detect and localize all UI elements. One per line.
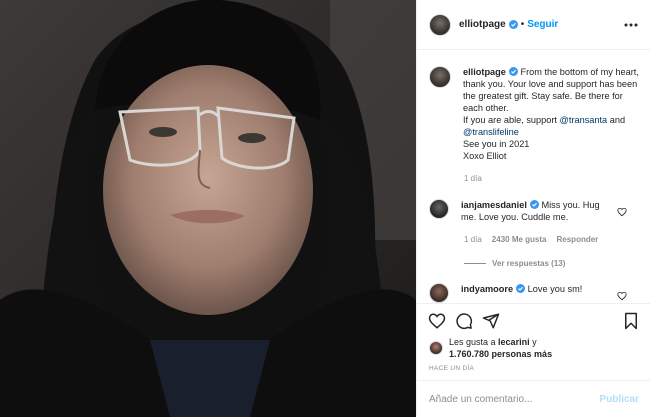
caption-time[interactable]: 1 día	[464, 174, 482, 183]
action-bar: Les gusta a lecarini y 1.760.780 persona…	[417, 303, 650, 388]
author-avatar[interactable]	[429, 13, 451, 36]
header-separator: •	[520, 19, 525, 30]
comment-input[interactable]	[429, 393, 599, 405]
caption-line4: Xoxo Elliot	[463, 151, 507, 161]
replies-divider	[464, 263, 486, 264]
comment-icon[interactable]	[455, 312, 473, 330]
post-date[interactable]: HACE UN DÍA	[429, 365, 474, 372]
share-icon[interactable]	[482, 312, 500, 330]
comment-item: indyamoore Love you sm!	[429, 283, 643, 303]
caption-avatar[interactable]	[429, 66, 451, 88]
likes-summary: Les gusta a lecarini y 1.760.780 persona…	[429, 336, 552, 360]
verified-badge-icon	[508, 67, 518, 76]
comment-like-heart-icon[interactable]	[617, 207, 627, 217]
author-username[interactable]: elliotpage	[459, 19, 506, 30]
caption-line3: See you in 2021	[463, 139, 530, 149]
comment-likes[interactable]: 2430 Me gusta	[492, 235, 547, 244]
likes-joiner: y	[529, 337, 537, 347]
reply-button[interactable]: Responder	[557, 235, 599, 244]
likes-prefix: Les gusta a	[449, 337, 499, 347]
view-replies-label[interactable]: Ver respuestas (13)	[492, 259, 565, 268]
mention-transanta[interactable]: @transanta	[560, 115, 608, 125]
liker-avatar[interactable]	[429, 341, 443, 355]
post-side-panel: elliotpage • Seguir elliotpage From the …	[416, 0, 650, 417]
commenter-username[interactable]: ianjamesdaniel	[461, 200, 527, 210]
caption-username[interactable]: elliotpage	[463, 67, 506, 77]
post-photo[interactable]	[0, 0, 416, 417]
view-replies[interactable]: Ver respuestas (13)	[464, 259, 565, 268]
verified-badge-icon	[529, 200, 539, 209]
comment-composer: Publicar	[417, 380, 650, 417]
comment-like-heart-icon[interactable]	[617, 291, 627, 301]
comment-meta: 1 día 2430 Me gusta Responder	[464, 235, 598, 244]
comments-section[interactable]: elliotpage From the bottom of my heart, …	[417, 50, 650, 303]
comment-item: ianjamesdaniel Miss you. Hug me. Love yo…	[429, 199, 643, 223]
selfie-illustration	[0, 0, 416, 417]
liker-username[interactable]: lecarini	[498, 337, 530, 347]
heart-icon[interactable]	[428, 312, 446, 330]
commenter-avatar[interactable]	[429, 199, 449, 219]
caption-text: elliotpage From the bottom of my heart, …	[463, 66, 641, 162]
likes-text: Les gusta a lecarini y 1.760.780 persona…	[449, 336, 552, 360]
caption-line2: If you are able, support	[463, 115, 560, 125]
comment-body: Love you sm!	[527, 284, 583, 294]
commenter-avatar[interactable]	[429, 283, 449, 303]
verified-badge-icon	[516, 284, 526, 293]
mention-translifeline[interactable]: @translifeline	[463, 127, 519, 137]
caption-and: and	[607, 115, 626, 125]
bookmark-icon[interactable]	[622, 312, 640, 330]
more-icon[interactable]	[623, 17, 639, 33]
follow-button[interactable]: Seguir	[527, 19, 558, 30]
commenter-username[interactable]: indyamoore	[461, 284, 513, 294]
comment-text: indyamoore Love you sm!	[461, 283, 611, 303]
likes-count[interactable]: 1.760.780 personas más	[449, 349, 552, 359]
comment-time[interactable]: 1 día	[464, 235, 482, 244]
instagram-post: elliotpage • Seguir elliotpage From the …	[0, 0, 650, 417]
publish-button[interactable]: Publicar	[600, 394, 639, 405]
post-header: elliotpage • Seguir	[417, 0, 650, 50]
comment-text: ianjamesdaniel Miss you. Hug me. Love yo…	[461, 199, 611, 223]
caption: elliotpage From the bottom of my heart, …	[429, 66, 643, 162]
verified-badge-icon	[508, 20, 518, 29]
